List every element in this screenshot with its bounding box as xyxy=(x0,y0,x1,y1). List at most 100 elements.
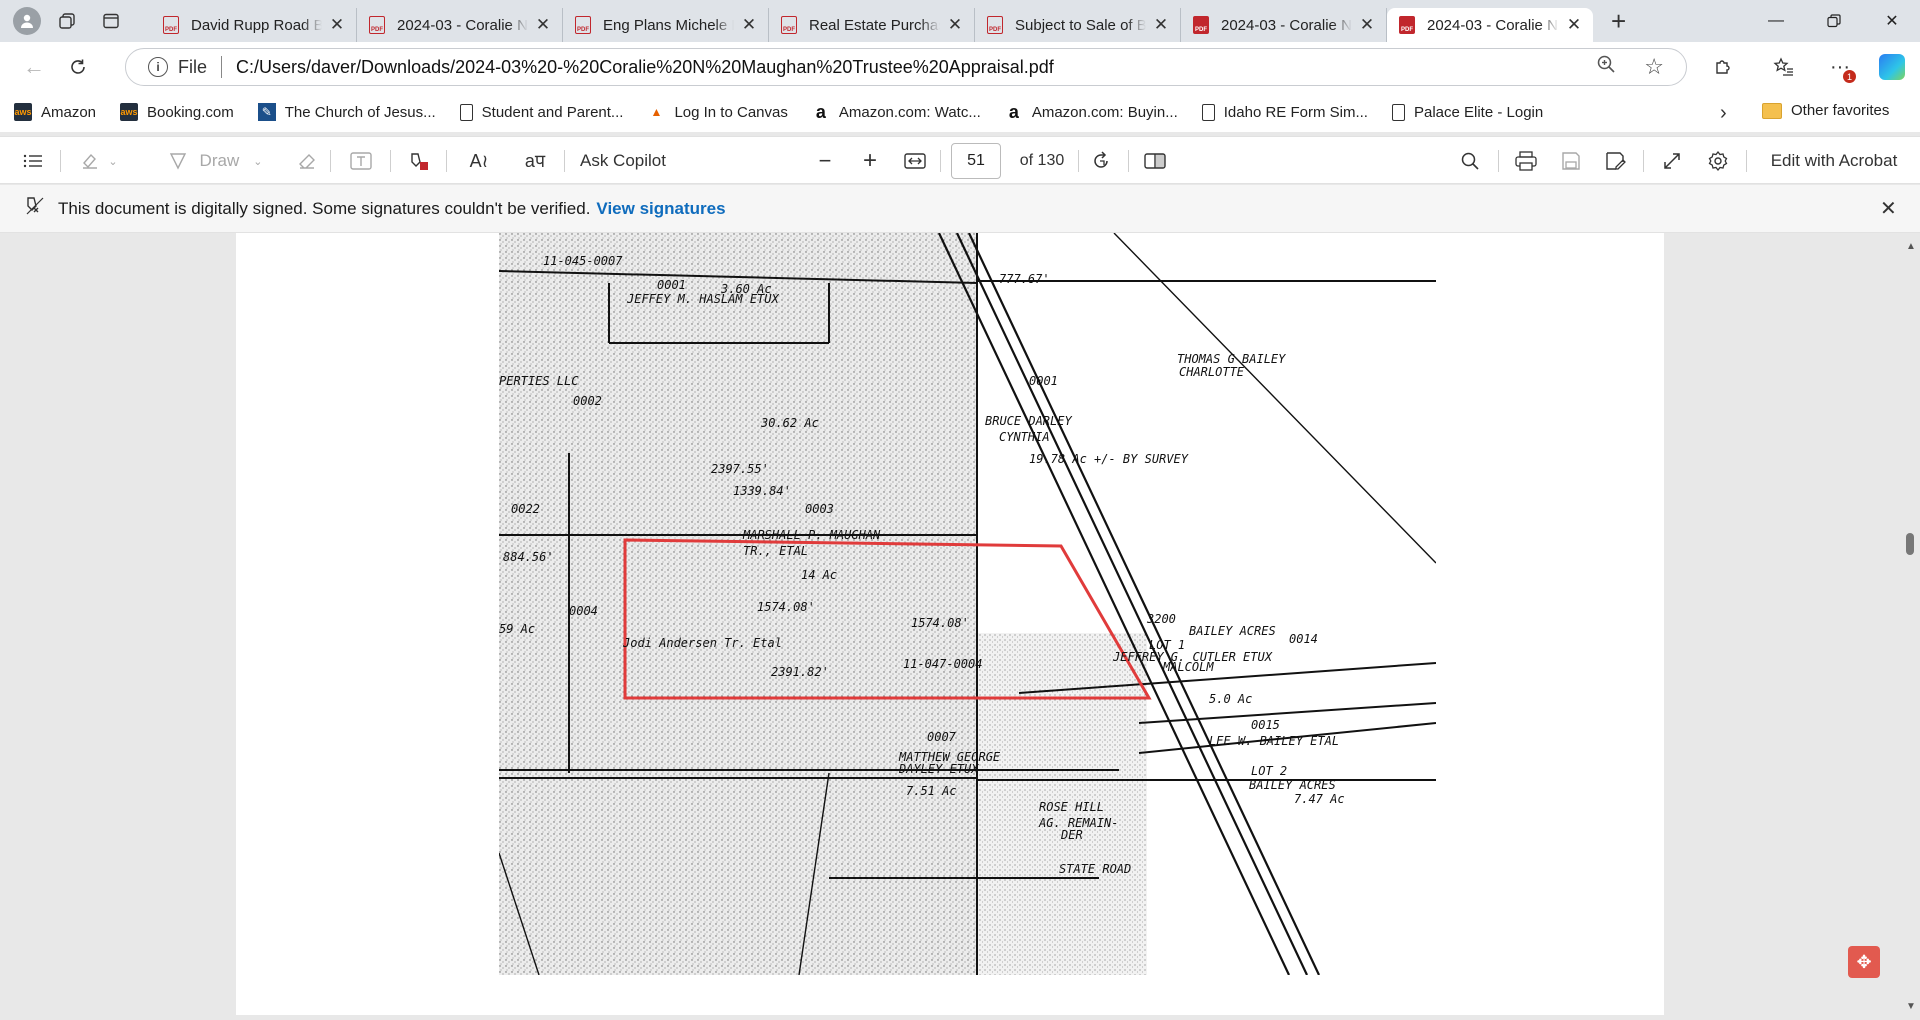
chevron-down-icon: ⌄ xyxy=(253,155,263,168)
favorite-link[interactable]: ✎ The Church of Jesus... xyxy=(257,103,436,121)
workspaces-button[interactable] xyxy=(49,5,85,37)
address-bar[interactable]: i File C:/Users/daver/Downloads/2024-03%… xyxy=(125,48,1687,86)
zoom-out-button[interactable]: − xyxy=(810,137,840,185)
browser-tab[interactable]: PDF 2024-03 - Coralie N ✕ xyxy=(1181,8,1387,42)
close-tab-icon[interactable]: ✕ xyxy=(946,15,964,35)
new-tab-button[interactable]: + xyxy=(1611,6,1626,37)
chevron-right-icon[interactable]: › xyxy=(1720,102,1727,125)
profile-avatar[interactable] xyxy=(13,7,41,35)
settings-more-button[interactable]: ··· 1 xyxy=(1822,50,1858,84)
minimize-button[interactable]: — xyxy=(1748,0,1804,42)
fit-width-button[interactable] xyxy=(900,137,930,185)
browser-tab[interactable]: PDF Real Estate Purchase ✕ xyxy=(769,8,975,42)
favorite-label: The Church of Jesus... xyxy=(284,103,436,121)
other-favorites[interactable]: Other favorites xyxy=(1762,102,1889,119)
copilot-button[interactable] xyxy=(1874,50,1910,84)
scroll-up-icon[interactable]: ▲ xyxy=(1906,241,1916,252)
favorite-star-icon[interactable]: ☆ xyxy=(1644,54,1664,80)
save-button[interactable] xyxy=(1556,137,1586,185)
close-tab-icon[interactable]: ✕ xyxy=(328,15,346,35)
map-label: ROSE HILL xyxy=(1039,800,1104,814)
browser-tab[interactable]: PDF Subject to Sale of Bu ✕ xyxy=(975,8,1181,42)
print-button[interactable] xyxy=(1511,137,1541,185)
close-icon[interactable]: ✕ xyxy=(1880,196,1897,221)
contents-button[interactable] xyxy=(18,137,48,185)
favorite-link[interactable]: aws Amazon xyxy=(14,103,96,121)
close-tab-icon[interactable]: ✕ xyxy=(1565,15,1583,35)
toolbar-separator xyxy=(1746,150,1747,172)
zoom-icon[interactable] xyxy=(1596,54,1616,80)
page-number-input[interactable]: 51 xyxy=(951,143,1001,179)
save-as-button[interactable] xyxy=(1601,137,1631,185)
map-label: 7.47 Ac xyxy=(1294,792,1345,806)
map-label: 0004 xyxy=(569,604,598,618)
scroll-down-icon[interactable]: ▼ xyxy=(1906,1001,1916,1012)
favorite-link[interactable]: aws Booking.com xyxy=(120,103,234,121)
signature-button[interactable] xyxy=(404,137,434,185)
translate-button[interactable]: aप xyxy=(518,137,552,185)
map-label: 7.51 Ac xyxy=(906,784,957,798)
add-text-button[interactable] xyxy=(346,137,376,185)
toolbar-separator xyxy=(1078,150,1079,172)
pdf-viewer[interactable]: 11-045-0007 0001 3.60 Ac JEFFEY M. HASLAM E… xyxy=(0,233,1920,1020)
favorite-link[interactable]: Student and Parent... xyxy=(459,103,623,121)
amazon-icon: a xyxy=(815,101,826,122)
map-label: MALCOLM xyxy=(1162,660,1214,674)
browser-tab[interactable]: PDF David Rupp Road Bu ✕ xyxy=(151,8,357,42)
map-label: Jodi Andersen Tr. Etal xyxy=(622,636,782,650)
expand-icon xyxy=(1664,153,1680,169)
favorite-link[interactable]: Palace Elite - Login xyxy=(1391,103,1544,121)
browser-tab[interactable]: PDF 2024-03 - Coralie N ✕ xyxy=(357,8,563,42)
vertical-scrollbar[interactable]: ▲ ▼ xyxy=(1900,233,1920,1020)
map-label: 0014 xyxy=(1289,632,1318,646)
toolbar-separator xyxy=(1128,150,1129,172)
close-tab-icon[interactable]: ✕ xyxy=(534,15,552,35)
map-label: 777.67' xyxy=(999,272,1050,286)
rotate-icon xyxy=(1094,151,1108,168)
highlighter-icon xyxy=(83,153,98,169)
zoom-in-button[interactable]: + xyxy=(855,137,885,185)
pdf-icon: PDF xyxy=(1193,16,1209,34)
browser-tab[interactable]: PDF 2024-03 - Coralie N ✕ xyxy=(1387,8,1593,42)
eraser-icon xyxy=(299,154,315,169)
close-tab-icon[interactable]: ✕ xyxy=(1152,15,1170,35)
acrobat-icon[interactable]: ✥ xyxy=(1848,946,1880,978)
draw-button[interactable]: Draw ⌄ xyxy=(155,137,275,185)
save-icon xyxy=(1562,152,1580,170)
scroll-thumb[interactable] xyxy=(1906,533,1914,555)
url-text[interactable]: C:/Users/daver/Downloads/2024-03%20-%20C… xyxy=(236,57,1054,78)
view-signatures-link[interactable]: View signatures xyxy=(596,199,725,219)
fullscreen-button[interactable] xyxy=(1657,137,1687,185)
browser-tab[interactable]: PDF Eng Plans Michele D ✕ xyxy=(563,8,769,42)
favorite-label: Amazon xyxy=(41,103,97,121)
vertical-tabs-button[interactable] xyxy=(93,5,129,37)
edit-with-acrobat-button[interactable]: Edit with Acrobat xyxy=(1764,137,1904,185)
rotate-button[interactable] xyxy=(1086,137,1116,185)
pdf-settings-button[interactable] xyxy=(1703,137,1733,185)
aws-icon: aws xyxy=(14,103,32,121)
map-label: JEFFEY M. HASLAM ETUX xyxy=(626,292,779,306)
extensions-button[interactable] xyxy=(1705,50,1741,84)
info-icon[interactable]: i xyxy=(148,57,168,77)
ask-copilot-button[interactable]: Ask Copilot xyxy=(580,137,700,185)
refresh-button[interactable] xyxy=(58,49,98,85)
erase-button[interactable] xyxy=(292,137,322,185)
find-button[interactable] xyxy=(1455,137,1485,185)
favorite-link[interactable]: a Amazon.com: Buyin... xyxy=(1005,102,1178,122)
close-tab-icon[interactable]: ✕ xyxy=(740,15,758,35)
pdf-icon: PDF xyxy=(987,16,1003,34)
favorite-link[interactable]: Idaho RE Form Sim... xyxy=(1201,103,1368,121)
map-label: BAILEY ACRES xyxy=(1249,778,1336,792)
favorite-label: Palace Elite - Login xyxy=(1413,103,1544,121)
highlight-button[interactable]: ⌄ xyxy=(74,137,124,185)
favorite-link[interactable]: a Amazon.com: Watc... xyxy=(812,101,981,122)
favorites-button[interactable] xyxy=(1766,50,1802,84)
back-button[interactable]: ← xyxy=(14,49,54,85)
close-window-button[interactable]: ✕ xyxy=(1864,0,1920,42)
close-tab-icon[interactable]: ✕ xyxy=(1358,15,1376,35)
page-view-button[interactable] xyxy=(1140,137,1170,185)
map-label: 0001 xyxy=(1029,374,1058,388)
favorite-link[interactable]: ▲ Log In to Canvas xyxy=(647,103,787,121)
restore-button[interactable] xyxy=(1806,0,1862,42)
read-aloud-button[interactable]: A≀ xyxy=(462,137,496,185)
